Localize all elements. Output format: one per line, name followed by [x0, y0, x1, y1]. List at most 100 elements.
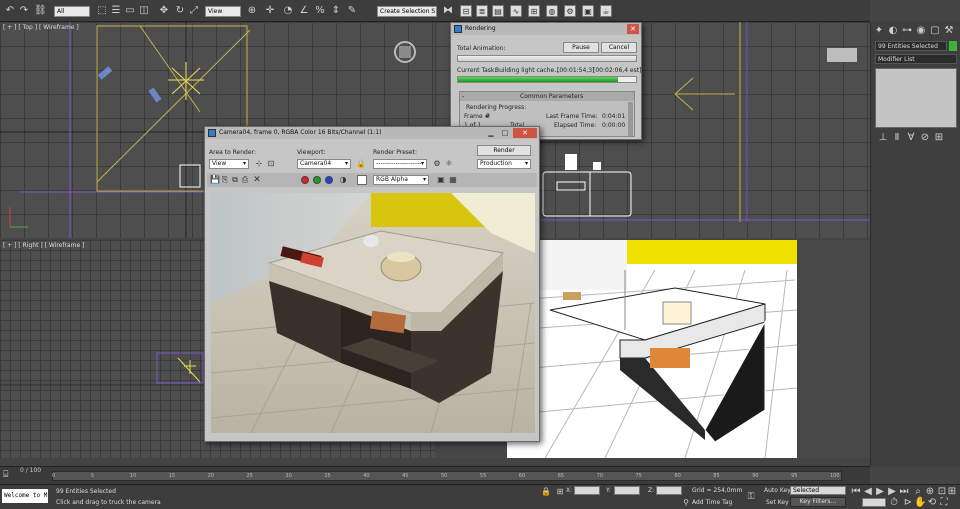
render-production-icon[interactable]: ☕ — [600, 5, 612, 17]
select-manipulate-icon[interactable]: ✛ — [264, 5, 276, 17]
configure-modifier-sets-icon[interactable]: ⊞ — [933, 132, 945, 144]
edit-named-selection-icon[interactable]: ✎ — [346, 5, 358, 17]
red-channel-toggle[interactable] — [301, 176, 309, 184]
mini-curve-editor-icon[interactable]: ⌸ — [3, 470, 17, 482]
modifier-stack[interactable] — [875, 68, 957, 128]
motion-tab-icon[interactable]: ◉ — [915, 25, 927, 37]
reference-coordinate-dropdown[interactable]: View — [205, 6, 241, 17]
render-setup-icon[interactable]: ⚙ — [431, 158, 443, 170]
selection-name-field[interactable]: 99 Entities Selected — [875, 41, 947, 51]
green-channel-toggle[interactable] — [313, 176, 321, 184]
material-editor-icon[interactable]: ◍ — [546, 5, 558, 17]
render-button[interactable]: Render — [477, 145, 531, 156]
percent-snap-icon[interactable]: % — [314, 5, 326, 17]
time-config-icon[interactable]: ⏱ — [888, 497, 900, 509]
go-to-start-icon[interactable]: ⏮ — [850, 486, 862, 498]
close-icon[interactable]: ✕ — [627, 24, 639, 34]
schematic-view-icon[interactable]: ⊞ — [528, 5, 540, 17]
pin-stack-icon[interactable]: ⊥ — [877, 132, 889, 144]
close-icon[interactable]: ✕ — [513, 128, 537, 138]
cancel-button[interactable]: Cancel — [601, 42, 637, 53]
lock-viewport-icon[interactable]: 🔒 — [355, 158, 367, 170]
set-key-mode-icon[interactable]: ⚿ — [745, 491, 757, 503]
object-color-swatch[interactable] — [949, 41, 957, 51]
maxscript-listener[interactable]: Welcome to M — [2, 489, 48, 503]
toggle-ui-icon[interactable]: ▦ — [447, 174, 459, 186]
spinner-snap-icon[interactable]: ⇕ — [330, 5, 342, 17]
absolute-mode-icon[interactable]: ⊞ — [554, 486, 566, 498]
rotate-icon[interactable]: ↻ — [174, 5, 186, 17]
undo-icon[interactable]: ↶ — [4, 5, 16, 17]
layer-manager-icon[interactable]: ≣ — [476, 5, 488, 17]
window-crossing-icon[interactable]: ◫ — [138, 5, 150, 17]
common-parameters-header[interactable]: - Common Parameters — [460, 92, 634, 101]
angle-snap-icon[interactable]: ∠ — [298, 5, 310, 17]
edit-region-icon[interactable]: ⊹ — [253, 158, 265, 170]
production-dropdown[interactable]: Production — [477, 159, 531, 169]
remove-modifier-icon[interactable]: ⊘ — [919, 132, 931, 144]
maximize-viewport-icon[interactable]: ⛶ — [938, 497, 950, 509]
display-tab-icon[interactable]: ▢ — [929, 25, 941, 37]
show-end-result-icon[interactable]: Ⅱ — [891, 132, 903, 144]
select-link-icon[interactable]: ⛓ — [34, 5, 47, 17]
align-icon[interactable]: ⊟ — [460, 5, 472, 17]
z-coordinate-field[interactable] — [656, 486, 682, 495]
select-by-name-icon[interactable]: ☰ — [110, 5, 122, 17]
scale-icon[interactable]: ⤢ — [188, 5, 200, 17]
x-coordinate-field[interactable] — [574, 486, 600, 495]
current-frame-field[interactable] — [862, 498, 886, 507]
named-selection-sets-dropdown[interactable]: Create Selection S — [377, 6, 437, 17]
rendering-dialog-titlebar[interactable]: Rendering — [451, 23, 641, 35]
print-image-icon[interactable]: ⎙ — [239, 174, 251, 186]
auto-region-icon[interactable]: ⊡ — [265, 158, 277, 170]
hierarchy-tab-icon[interactable]: ⊶ — [901, 25, 913, 37]
orbit-icon[interactable]: ⟲ — [926, 497, 938, 509]
mirror-icon[interactable]: ⧓ — [442, 5, 454, 17]
graphite-ribbon-icon[interactable]: ▤ — [492, 5, 504, 17]
rendered-frame-window-icon[interactable]: ▣ — [582, 5, 594, 17]
previous-frame-icon[interactable]: ◀ — [862, 486, 874, 498]
curve-editor-icon[interactable]: ∿ — [510, 5, 522, 17]
render-preset-dropdown[interactable]: --------------------- — [373, 159, 427, 169]
select-object-icon[interactable]: ⬚ — [96, 5, 108, 17]
y-coordinate-field[interactable] — [614, 486, 640, 495]
toggle-ui-overlay-icon[interactable]: ▣ — [435, 174, 447, 186]
make-unique-icon[interactable]: ∀ — [905, 132, 917, 144]
key-selection-dropdown[interactable]: Selected — [790, 486, 846, 495]
rollout-scrollbar[interactable] — [628, 102, 633, 136]
top-viewport-label[interactable]: [ + ] [ Top ] [ Wireframe ] — [3, 24, 79, 31]
pause-button[interactable]: Pause — [563, 42, 599, 53]
play-icon[interactable]: ▶ — [874, 486, 886, 498]
set-key-button[interactable]: Set Key — [766, 499, 789, 506]
monochrome-swatch[interactable] — [357, 175, 367, 185]
utilities-tab-icon[interactable]: ⚒ — [943, 25, 955, 37]
minimize-icon[interactable]: ▁ — [485, 128, 497, 138]
add-time-tag[interactable]: Add Time Tag — [692, 499, 732, 506]
maximize-icon[interactable]: □ — [499, 128, 511, 138]
environment-effects-icon[interactable]: ⚛ — [443, 158, 455, 170]
create-tab-icon[interactable]: ✦ — [873, 25, 885, 37]
display-alpha-icon[interactable]: ◑ — [337, 174, 349, 186]
snap-toggle-icon[interactable]: ◔ — [282, 5, 294, 17]
modify-tab-icon[interactable]: ◐ — [887, 25, 899, 37]
selection-filter-dropdown[interactable]: All — [54, 6, 90, 17]
modifier-list-dropdown[interactable]: Modifier List — [875, 54, 957, 64]
key-filters-button[interactable]: Key Filters... — [790, 497, 846, 507]
auto-key-button[interactable]: Auto Key — [764, 487, 791, 494]
channel-dropdown[interactable]: RGB Alpha — [373, 175, 429, 185]
render-setup-icon[interactable]: ⚙ — [564, 5, 576, 17]
redo-icon[interactable]: ↷ — [18, 5, 30, 17]
field-of-view-icon[interactable]: ⊳ — [902, 497, 914, 509]
pan-icon[interactable]: ✋ — [914, 497, 926, 509]
move-icon[interactable]: ✥ — [158, 5, 170, 17]
clear-icon[interactable]: ✕ — [251, 174, 263, 186]
blue-channel-toggle[interactable] — [325, 176, 333, 184]
pivot-center-icon[interactable]: ⊕ — [246, 5, 258, 17]
lock-selection-icon[interactable]: 🔒 — [540, 486, 552, 498]
viewport-dropdown[interactable]: Camera04 — [297, 159, 351, 169]
frame-counter[interactable]: 0 / 100 — [20, 467, 41, 474]
rectangular-selection-icon[interactable]: ▭ — [124, 5, 136, 17]
area-to-render-dropdown[interactable]: View — [209, 159, 249, 169]
time-tag-icon[interactable]: ⚲ — [680, 497, 692, 509]
right-viewport-label[interactable]: [ + ] [ Right ] [ Wireframe ] — [3, 242, 84, 249]
